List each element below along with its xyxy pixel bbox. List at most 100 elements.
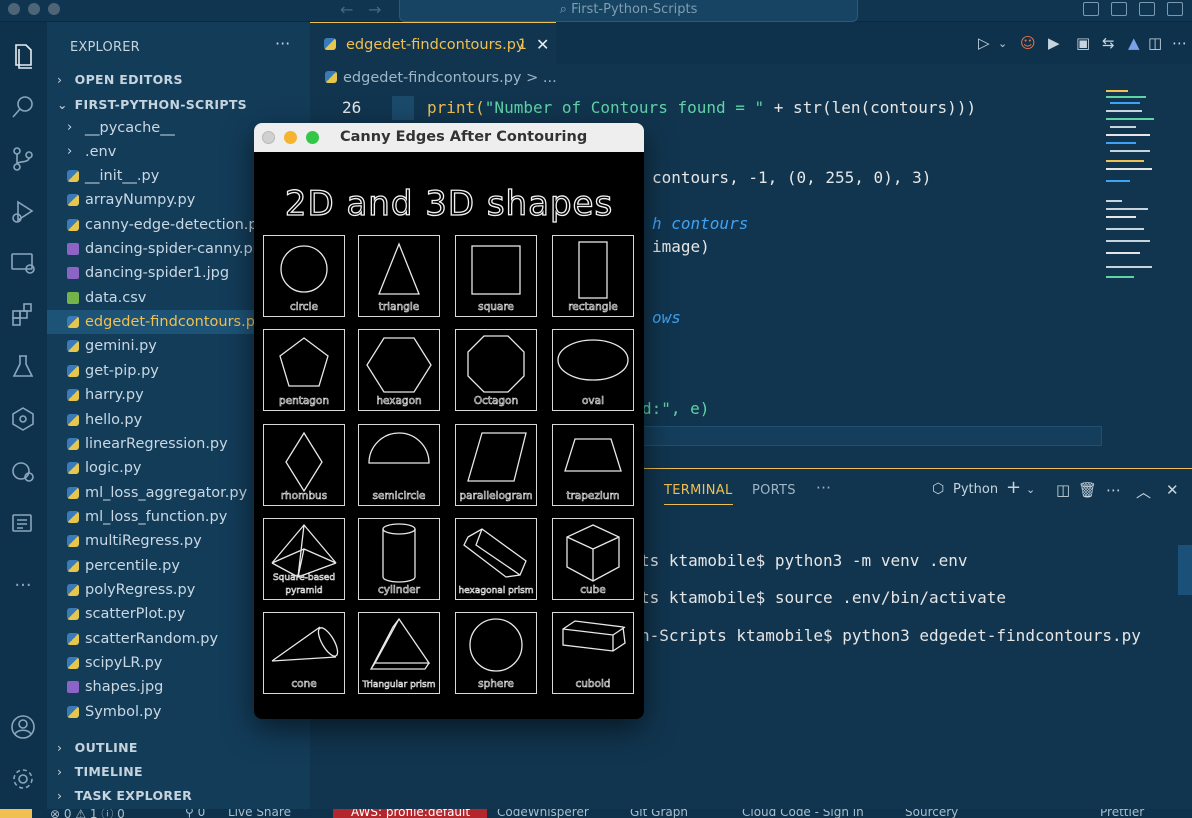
code-fragment[interactable]: contours, -1, (0, 255, 0), 3) bbox=[652, 168, 931, 187]
sourcery-status[interactable]: Sourcery bbox=[905, 809, 958, 818]
testing-flask-icon[interactable] bbox=[8, 352, 38, 382]
run-python-icon[interactable]: ▷ bbox=[978, 34, 990, 52]
live-share-status[interactable]: Live Share bbox=[228, 809, 291, 818]
code-fragment[interactable]: image) bbox=[652, 237, 710, 256]
image-window-titlebar[interactable]: Canny Edges After Contouring bbox=[254, 123, 644, 152]
search-icon[interactable] bbox=[8, 92, 38, 122]
chevron-right-icon: › bbox=[67, 120, 73, 135]
maximize-panel-chevron-up-icon[interactable]: ︿ bbox=[1136, 481, 1151, 502]
close-tab-icon[interactable]: ✕ bbox=[536, 35, 549, 54]
manage-gear-icon[interactable] bbox=[8, 764, 38, 794]
problems-counter[interactable]: ⊗ 0 ⚠ 1 ⓘ 0 bbox=[50, 809, 125, 818]
shape-cell-sphere: sphere bbox=[455, 612, 537, 694]
bookmark-icon[interactable]: ▲ bbox=[1128, 34, 1140, 52]
open-preview-icon[interactable]: ▣ bbox=[1076, 34, 1090, 52]
file-label: dancing-spider-canny.png bbox=[85, 241, 272, 258]
explorer-more-actions[interactable]: ··· bbox=[275, 34, 290, 53]
remote-indicator[interactable] bbox=[0, 809, 32, 818]
terminal-scrollbar[interactable] bbox=[1178, 545, 1192, 595]
terminal-dropdown-chevron-icon[interactable]: ⌄ bbox=[1026, 483, 1035, 496]
kill-terminal-trash-icon[interactable]: 🗑 bbox=[1078, 481, 1097, 499]
shape-cell-triangle: triangle bbox=[358, 235, 440, 317]
close-window-button[interactable] bbox=[8, 3, 20, 15]
task-explorer-section[interactable]: › TASK EXPLORER bbox=[57, 788, 192, 803]
explorer-icon[interactable] bbox=[8, 40, 38, 70]
split-editor-icon[interactable]: ◫ bbox=[1148, 34, 1162, 52]
toggle-panel-icon[interactable] bbox=[1111, 2, 1127, 16]
file-label: percentile.py bbox=[85, 557, 180, 574]
file-label: edgedet-findcontours.py bbox=[85, 314, 264, 331]
shape-label: Octagon bbox=[473, 395, 519, 408]
image-window-close-button[interactable] bbox=[262, 131, 275, 144]
shape-cell-rhombus: rhombus bbox=[263, 424, 345, 506]
source-control-icon[interactable] bbox=[8, 144, 38, 174]
notes-icon[interactable] bbox=[8, 508, 38, 538]
run-debug-icon[interactable] bbox=[8, 196, 38, 226]
shape-label: Triangular prism bbox=[362, 680, 436, 691]
accounts-icon[interactable] bbox=[8, 712, 38, 742]
toggle-sidebar-icon[interactable] bbox=[1083, 2, 1099, 16]
file-label: shapes.jpg bbox=[85, 679, 164, 696]
editor-more-actions[interactable]: ⋯ bbox=[1172, 34, 1187, 52]
command-center-search[interactable]: ⌕ First-Python-Scripts bbox=[399, 0, 858, 22]
split-terminal-icon[interactable]: ◫ bbox=[1056, 481, 1070, 499]
image-file-icon bbox=[67, 681, 79, 694]
code-fragment[interactable]: d:", e) bbox=[642, 399, 709, 418]
file-label: canny-edge-detection.py bbox=[85, 216, 267, 233]
python-file-icon bbox=[67, 559, 79, 572]
forward-arrow-icon[interactable]: → bbox=[368, 0, 381, 20]
panel-more-actions[interactable]: ⋯ bbox=[1106, 481, 1121, 499]
shape-label: pentagon bbox=[278, 395, 330, 408]
image-window-zoom-button[interactable] bbox=[306, 131, 319, 144]
breadcrumb[interactable]: edgedet-findcontours.py > ... bbox=[325, 70, 557, 86]
python-file-icon bbox=[67, 583, 79, 596]
image-viewer-window[interactable]: Canny Edges After Contouring 2D and 3D s… bbox=[254, 123, 644, 719]
outline-section[interactable]: › OUTLINE bbox=[57, 740, 138, 755]
toggle-secondary-sidebar-icon[interactable] bbox=[1139, 2, 1155, 16]
tab-edgedet-findcontours[interactable]: edgedet-findcontours.py 1 ✕ bbox=[310, 22, 556, 64]
timeline-section[interactable]: › TIMELINE bbox=[57, 764, 143, 779]
codewhisperer-icon[interactable] bbox=[8, 456, 38, 486]
indent-guide bbox=[392, 96, 414, 120]
file-label: Symbol.py bbox=[85, 703, 162, 720]
file-label: polyRegress.py bbox=[85, 581, 196, 598]
shape-cell-square: square bbox=[455, 235, 537, 317]
compare-icon[interactable]: ⇆ bbox=[1102, 34, 1115, 52]
cloud-code-status[interactable]: Cloud Code - Sign in bbox=[742, 809, 864, 818]
panel-more-tabs[interactable]: ··· bbox=[816, 479, 831, 497]
zoom-window-button[interactable] bbox=[48, 3, 60, 15]
copilot-cat-icon[interactable]: ☺ bbox=[1020, 34, 1036, 52]
code-comment-fragment[interactable]: ows bbox=[652, 308, 681, 327]
code-line-26[interactable]: print("Number of Contours found = " + st… bbox=[427, 98, 976, 117]
tab-terminal[interactable]: TERMINAL bbox=[664, 483, 733, 505]
codewhisperer-status[interactable]: CodeWhisperer bbox=[497, 809, 589, 818]
shell-name[interactable]: Python bbox=[953, 482, 998, 497]
new-terminal-icon[interactable]: + bbox=[1006, 477, 1021, 498]
ports-indicator[interactable]: ⚲ 0 bbox=[185, 809, 205, 818]
back-arrow-icon[interactable]: ← bbox=[340, 0, 353, 20]
remote-explorer-icon[interactable] bbox=[8, 248, 38, 278]
minimap[interactable] bbox=[1106, 90, 1166, 290]
run-dropdown-chevron-icon[interactable]: ⌄ bbox=[998, 37, 1007, 50]
code-comment-fragment[interactable]: h contours bbox=[652, 214, 748, 233]
terminal-line: ts ktamobile$ source .env/bin/activate bbox=[640, 588, 1007, 607]
aws-toolkit-icon[interactable] bbox=[8, 404, 38, 434]
minimize-window-button[interactable] bbox=[28, 3, 40, 15]
project-section[interactable]: ⌄ FIRST-PYTHON-SCRIPTS bbox=[57, 97, 247, 112]
git-graph-status[interactable]: Git Graph bbox=[630, 809, 688, 818]
close-panel-icon[interactable]: ✕ bbox=[1166, 481, 1179, 499]
extensions-icon[interactable] bbox=[8, 300, 38, 330]
customize-layout-icon[interactable] bbox=[1167, 2, 1183, 16]
preview-play-icon[interactable]: ▶ bbox=[1048, 34, 1060, 52]
open-editors-section[interactable]: › OPEN EDITORS bbox=[57, 72, 183, 87]
prettier-status[interactable]: Prettier bbox=[1100, 809, 1144, 818]
tab-ports[interactable]: PORTS bbox=[752, 483, 796, 498]
aws-status[interactable]: AWS: profile:default bbox=[333, 809, 487, 818]
image-window-minimize-button[interactable] bbox=[284, 131, 297, 144]
breadcrumb-text: edgedet-findcontours.py > ... bbox=[343, 70, 557, 86]
shape-label: semicircle bbox=[372, 490, 426, 503]
more-views-icon[interactable]: ··· bbox=[8, 570, 38, 600]
chevron-right-icon: › bbox=[67, 144, 73, 159]
aws-status-label: AWS: profile:default bbox=[351, 809, 471, 818]
shape-cell-hexagonal-prism: hexagonal prism bbox=[455, 518, 537, 600]
